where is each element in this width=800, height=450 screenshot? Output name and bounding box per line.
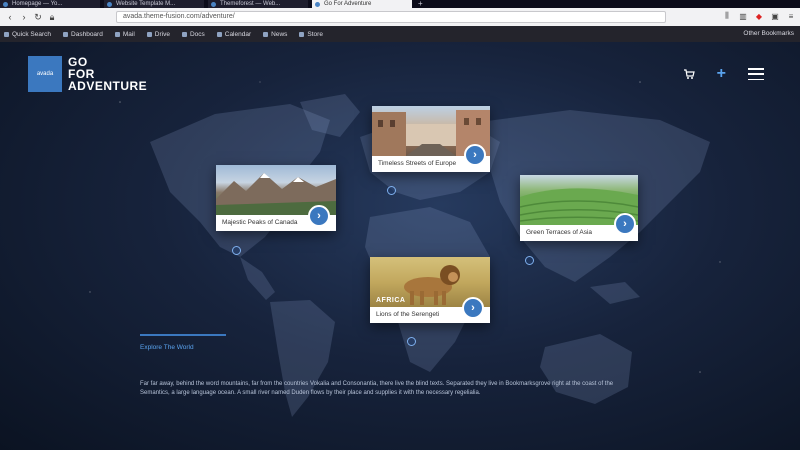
reload-icon[interactable]: ↻ bbox=[32, 11, 44, 23]
card-image-label: AFRICA bbox=[376, 297, 406, 304]
bookmark-item[interactable]: Calendar bbox=[216, 31, 251, 38]
arrow-right-icon[interactable]: › bbox=[464, 144, 486, 166]
bookmark-item[interactable]: Docs bbox=[181, 31, 205, 38]
arrow-right-icon[interactable]: › bbox=[462, 297, 484, 319]
destination-card-north-america[interactable]: Majestic Peaks of Canada › bbox=[216, 165, 336, 231]
plus-icon[interactable]: + bbox=[717, 66, 726, 82]
map-pin-north-america[interactable] bbox=[232, 246, 241, 255]
web-page: avada GO FOR ADVENTURE + Majestic Peaks … bbox=[0, 42, 800, 450]
browser-nav-bar: ‹ › ↻ 🔒︎ avada.theme-fusion.com/adventur… bbox=[0, 8, 800, 26]
bookmark-icon bbox=[263, 31, 269, 37]
bookmarks-bar: Quick Search Dashboard Mail Drive Docs C… bbox=[0, 26, 800, 42]
favicon-icon bbox=[3, 2, 8, 7]
viewport: Homepage — Yo... Website Template M... T… bbox=[0, 0, 800, 450]
browser-tab[interactable]: Themeforest — Web... bbox=[208, 0, 308, 8]
bookmark-icon bbox=[299, 31, 305, 37]
url-input[interactable]: avada.theme-fusion.com/adventure/ bbox=[116, 11, 666, 23]
bookmark-item[interactable]: Store bbox=[299, 31, 323, 38]
library-icon[interactable]: ⫼ bbox=[722, 11, 732, 21]
explore-link[interactable]: Explore The World bbox=[140, 344, 226, 351]
logo-wordmark: GO FOR ADVENTURE bbox=[68, 56, 147, 92]
cart-icon[interactable] bbox=[683, 68, 695, 80]
new-tab-icon[interactable]: + bbox=[418, 0, 423, 8]
bookmark-icon bbox=[146, 31, 152, 37]
browser-tab[interactable]: Homepage — Yo... bbox=[0, 0, 100, 8]
bookmark-item[interactable]: Mail bbox=[114, 31, 135, 38]
bookmark-icon bbox=[4, 31, 9, 37]
intro-paragraph: Far far away, behind the word mountains,… bbox=[140, 381, 614, 396]
destination-card-africa[interactable]: AFRICA Lions of the Serengeti › bbox=[370, 257, 490, 323]
favicon-icon bbox=[211, 2, 216, 7]
favicon-icon bbox=[315, 2, 320, 7]
bookmark-item[interactable]: Drive bbox=[146, 31, 170, 38]
arrow-right-icon[interactable]: › bbox=[308, 205, 330, 227]
bookmark-icon bbox=[63, 31, 69, 37]
browser-tab-bar: Homepage — Yo... Website Template M... T… bbox=[0, 0, 800, 8]
browser-menu-icon[interactable]: ≡ bbox=[786, 11, 796, 21]
map-pin-europe[interactable] bbox=[387, 186, 396, 195]
menu-icon-bar bbox=[748, 68, 764, 70]
site-logo[interactable]: avada GO FOR ADVENTURE bbox=[28, 56, 147, 92]
bookmark-icon bbox=[216, 31, 222, 37]
browser-toolbar-icons: ⫼ ▥ ◆ ▣ ≡ bbox=[722, 11, 796, 21]
menu-icon[interactable] bbox=[748, 68, 764, 80]
destination-card-europe[interactable]: Timeless Streets of Europe › bbox=[372, 106, 490, 172]
logo-line: ADVENTURE bbox=[68, 79, 148, 93]
menu-icon-bar bbox=[748, 73, 764, 75]
map-pin-africa[interactable] bbox=[407, 337, 416, 346]
logo-badge: avada bbox=[28, 56, 62, 92]
other-bookmarks[interactable]: Other Bookmarks bbox=[743, 30, 794, 37]
explore-divider bbox=[140, 334, 226, 336]
browser-tab[interactable]: Website Template M... bbox=[104, 0, 204, 8]
destination-card-asia[interactable]: Green Terraces of Asia › bbox=[520, 175, 638, 241]
menu-icon-bar bbox=[748, 78, 764, 80]
arrow-right-icon[interactable]: › bbox=[614, 213, 636, 235]
pocket-icon[interactable]: ◆ bbox=[754, 11, 764, 21]
forward-icon[interactable]: › bbox=[18, 11, 30, 23]
bookmark-icon bbox=[181, 31, 187, 37]
map-pin-asia[interactable] bbox=[525, 256, 534, 265]
browser-tab-active[interactable]: Go For Adventure bbox=[312, 0, 412, 8]
lock-icon: 🔒︎ bbox=[49, 11, 55, 22]
sidebar-icon[interactable]: ▥ bbox=[738, 11, 748, 21]
header-icons: + bbox=[683, 66, 764, 82]
explore-section: Explore The World bbox=[140, 334, 226, 351]
bookmark-icon bbox=[114, 31, 120, 37]
back-icon[interactable]: ‹ bbox=[4, 11, 16, 23]
bookmark-item[interactable]: News bbox=[263, 31, 287, 38]
extension-icon[interactable]: ▣ bbox=[770, 11, 780, 21]
favicon-icon bbox=[107, 2, 112, 7]
bookmark-item[interactable]: Dashboard bbox=[63, 31, 103, 38]
bookmark-item[interactable]: Quick Search bbox=[4, 31, 51, 38]
